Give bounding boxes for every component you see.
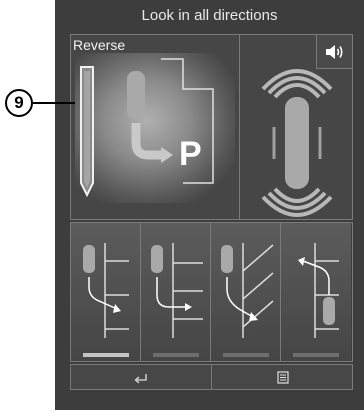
exit-parallel-parking-icon (298, 243, 339, 338)
distance-gauge (80, 66, 94, 198)
return-arrow-icon (134, 374, 147, 383)
list-menu-icon (276, 370, 289, 384)
angled-parking-icon (221, 243, 274, 338)
callout-number: 9 (5, 89, 33, 117)
bottom-action-bar (70, 364, 353, 390)
back-button[interactable] (71, 365, 212, 389)
parking-letter: P (179, 135, 202, 173)
car-icon (127, 71, 145, 119)
route-arrow-icon (131, 123, 163, 160)
maneuver-tile-perpendicular-parking[interactable] (141, 223, 211, 361)
perpendicular-parking-icon (151, 243, 203, 338)
screen-title: Look in all directions (141, 7, 278, 24)
callout-leader-line (33, 102, 75, 104)
maneuver-tile-parallel-parking[interactable] (71, 223, 141, 361)
parking-diagram: P (80, 58, 214, 198)
maneuver-selector (70, 222, 353, 362)
camera-screen: Look in all directions P Reverse (55, 0, 364, 410)
front-sensor-arcs (261, 69, 333, 99)
maneuver-indicator (153, 353, 199, 357)
speaker-icon (325, 44, 343, 59)
maneuver-tile-exit-parallel-parking[interactable] (281, 223, 351, 361)
camera-view-panel: P Reverse (70, 34, 353, 220)
rear-sensor-arcs (261, 187, 333, 217)
top-view-car-icon (285, 97, 309, 189)
sound-button[interactable] (316, 35, 352, 69)
maneuver-indicator (293, 353, 339, 357)
mode-label: Reverse (73, 37, 126, 53)
surround-sensor-view (261, 69, 333, 217)
maneuver-indicator (223, 353, 269, 357)
menu-button[interactable] (212, 365, 353, 389)
maneuver-tile-angled-parking[interactable] (211, 223, 281, 361)
parallel-parking-icon (83, 243, 129, 338)
parking-guide-view: P Reverse (71, 35, 239, 219)
maneuver-active-indicator (83, 353, 129, 357)
